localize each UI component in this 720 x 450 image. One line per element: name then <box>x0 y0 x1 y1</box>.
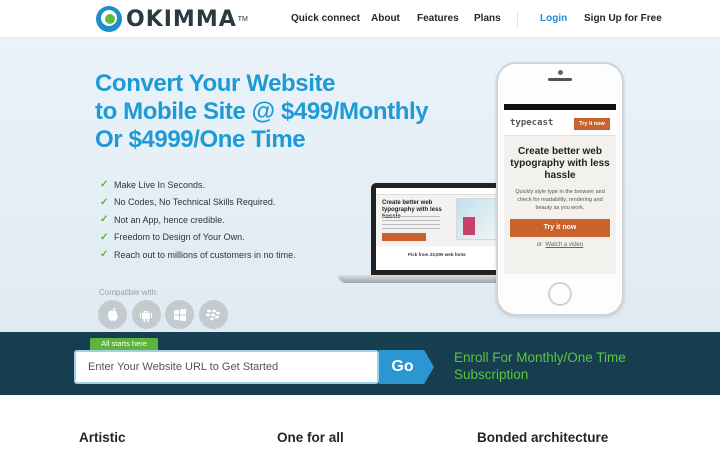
apple-icon <box>98 300 127 329</box>
feature-item: ✓ Freedom to Design of Your Own. <box>100 229 296 247</box>
phone-video-prefix: or <box>536 242 543 248</box>
feature-text: Make Live In Seconds. <box>114 179 206 190</box>
laptop-site-button <box>382 233 426 241</box>
all-starts-here-tag: All starts here <box>90 338 158 350</box>
laptop-site-footer: Pick from 23,000 web fonts <box>376 246 504 270</box>
feature-text: Not an App, hence credible. <box>114 214 225 225</box>
laptop-site-preview: Create better web typography with less h… <box>376 188 504 270</box>
trademark-mark: TM <box>237 15 248 23</box>
check-icon: ✓ <box>100 249 109 261</box>
laptop-site-image <box>456 198 500 240</box>
enroll-text: Enroll For Monthly/One Time Subscription <box>454 350 626 382</box>
website-url-input[interactable] <box>74 350 379 384</box>
laptop-site-footer-text: Pick from 23,000 web fonts <box>408 252 466 257</box>
feature-text: Reach out to millions of customers in no… <box>114 249 296 260</box>
laptop-screen: Create better web typography with less h… <box>371 183 509 275</box>
check-icon: ✓ <box>100 196 109 208</box>
brand-logo[interactable]: OKIMMA TM <box>96 6 248 32</box>
laptop-site-text <box>382 216 440 230</box>
phone-app-bar: typecast Try it now <box>504 110 616 136</box>
nav-features[interactable]: Features <box>417 13 459 24</box>
go-button[interactable]: Go <box>379 350 434 384</box>
logo-icon <box>96 6 122 32</box>
column-title-artistic: Artistic <box>79 430 126 445</box>
headline-line-1: Convert Your Website <box>95 70 336 97</box>
site-header: OKIMMA TM Quick connect About Features P… <box>0 0 720 38</box>
brand-name: OKIMMA <box>126 6 237 32</box>
windows-icon <box>165 300 194 329</box>
blackberry-icon <box>198 300 228 329</box>
column-title-bonded-architecture: Bonded architecture <box>477 430 609 445</box>
nav-quick-connect[interactable]: Quick connect <box>291 13 360 24</box>
laptop-base <box>338 275 514 283</box>
column-title-one-for-all: One for all <box>277 430 344 445</box>
hero-headline: Convert Your Website to Mobile Site @ $4… <box>95 70 455 154</box>
phone-video-link: Watch a video <box>545 242 584 248</box>
android-icon <box>131 300 161 329</box>
phone-home-button <box>548 282 572 306</box>
phone-camera <box>558 70 563 75</box>
phone-cta-button: Try it now <box>510 219 610 237</box>
nav-plans[interactable]: Plans <box>474 13 501 24</box>
feature-text: Freedom to Design of Your Own. <box>114 232 245 243</box>
headline-line-3: Or $4999/One Time <box>95 126 306 153</box>
nav-divider <box>517 11 518 28</box>
check-icon: ✓ <box>100 214 109 226</box>
nav-about[interactable]: About <box>371 13 400 24</box>
login-link[interactable]: Login <box>540 13 567 24</box>
phone-description: Quickly style type in the browser and ch… <box>515 189 605 211</box>
compatible-label: Compatible with: <box>99 288 159 297</box>
phone-speaker <box>548 78 572 81</box>
headline-line-2: to Mobile Site @ $499/Monthly <box>95 98 429 125</box>
feature-item: ✓ No Codes, No Technical Skills Required. <box>100 194 296 212</box>
os-icon-row <box>98 300 232 329</box>
phone-try-button: Try it now <box>574 118 610 130</box>
check-icon: ✓ <box>100 231 109 243</box>
feature-item: ✓ Make Live In Seconds. <box>100 176 296 194</box>
feature-list: ✓ Make Live In Seconds. ✓ No Codes, No Tec… <box>100 176 296 264</box>
feature-item: ✓ Reach out to millions of customers in n… <box>100 246 296 264</box>
phone-app-brand: typecast <box>510 118 554 128</box>
phone-headline: Create better web typography with less h… <box>510 146 610 181</box>
phone-video-line: or Watch a video <box>504 242 616 248</box>
phone-screen: typecast Try it now Create better web ty… <box>504 104 616 274</box>
laptop-site-header <box>376 188 504 195</box>
signup-link[interactable]: Sign Up for Free <box>584 13 662 24</box>
feature-text: No Codes, No Technical Skills Required. <box>114 197 276 208</box>
feature-item: ✓ Not an App, hence credible. <box>100 211 296 229</box>
check-icon: ✓ <box>100 179 109 191</box>
phone-mockup: typecast Try it now Create better web ty… <box>496 62 624 316</box>
